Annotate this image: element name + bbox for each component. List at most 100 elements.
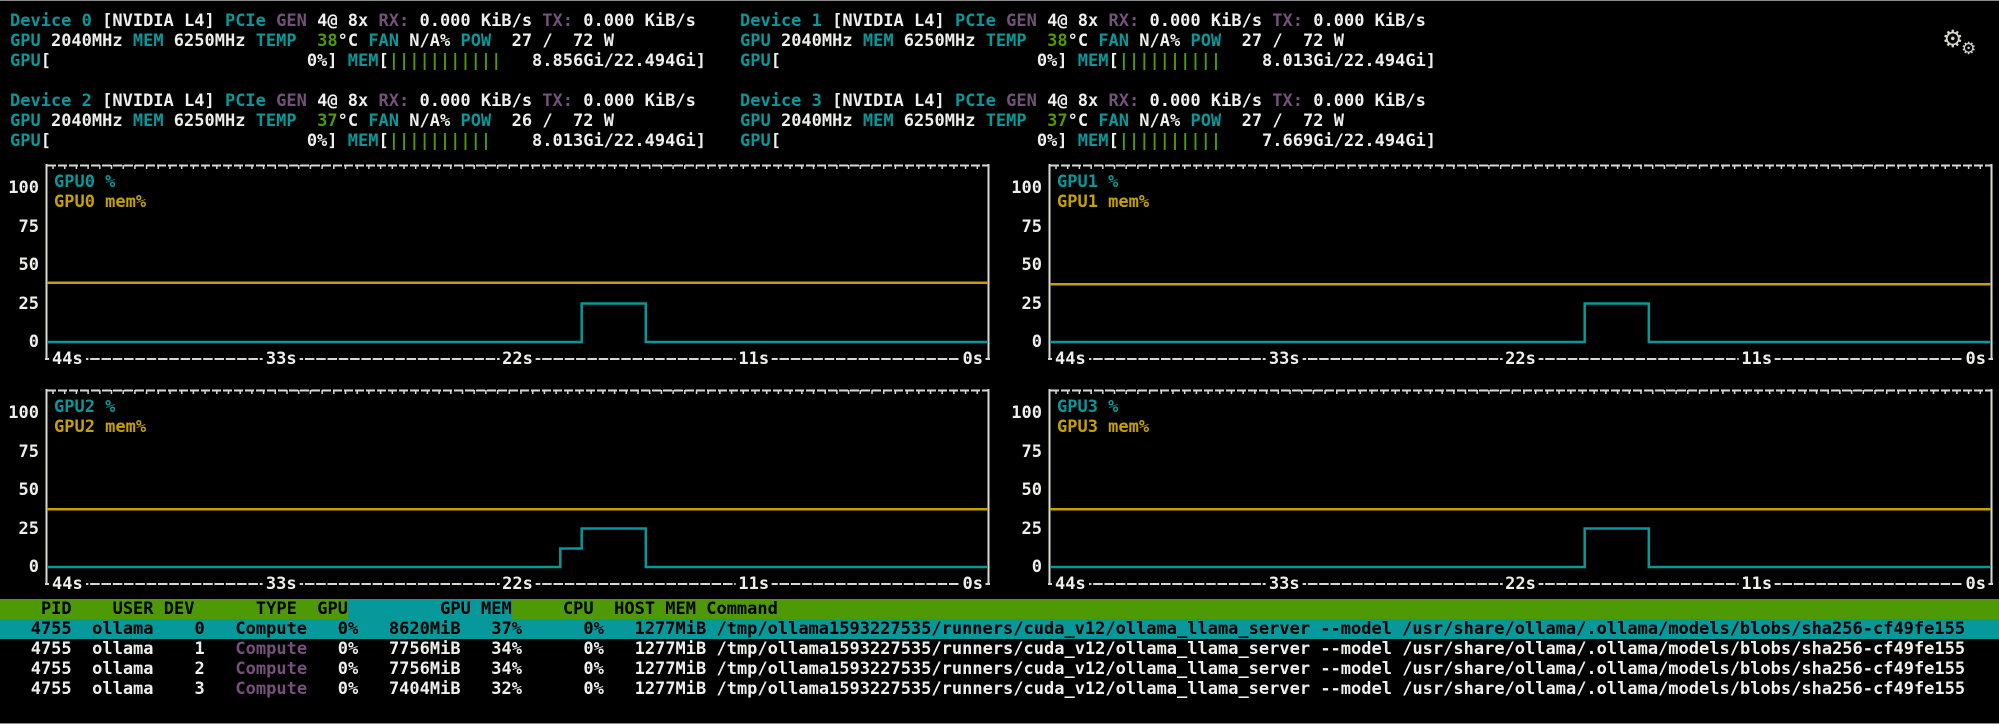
x-axis-label-gpu2-0s: 0s <box>959 574 986 594</box>
text-segment: 4@ 8x <box>1047 91 1109 111</box>
x-axis-label-gpu1-44s: 44s <box>1052 349 1089 369</box>
text-segment: GEN <box>1006 11 1048 31</box>
text-segment: TX: <box>1272 11 1314 31</box>
y-axis-label-gpu1-100: 100 <box>1011 178 1042 198</box>
text-segment: GPU <box>740 51 771 71</box>
process-command-cell: /tmp/ollama1593227535/runners/cuda_v12/o… <box>716 679 1966 699</box>
device-block-3: Device 3 [NVIDIA L4] PCIe GEN 4@ 8x RX: … <box>740 91 1436 151</box>
text-segment: TEMP <box>985 111 1048 131</box>
text-segment: 0.000 KiB/s <box>419 91 543 111</box>
text-segment: PCIe <box>954 91 1007 111</box>
x-axis-label-gpu1-22s: 22s <box>1502 349 1539 369</box>
text-segment: MEM <box>862 111 904 131</box>
text-segment: Device 3 <box>740 91 833 111</box>
text-segment: [ <box>378 51 389 71</box>
text-segment: MEM <box>1077 51 1109 71</box>
gpu-utilization-line-gpu2 <box>47 527 988 569</box>
y-axis-label-gpu2-25: 25 <box>18 518 39 539</box>
chart-legend-gpu1-0: GPU1 % <box>1057 172 1119 192</box>
process-row-2[interactable]: 4755 ollama 2 Compute 0% 7756MiB 34% 0% … <box>0 659 1999 679</box>
process-cells: 4755 ollama 1 <box>0 639 236 659</box>
text-segment: °C <box>337 31 369 51</box>
text-segment: MEM <box>347 131 379 151</box>
y-axis-label-gpu3-50: 50 <box>1021 480 1042 500</box>
gpu-utilization-line-gpu1 <box>1050 302 1991 344</box>
text-segment: PCIe <box>224 11 277 31</box>
text-segment: GPU <box>10 131 41 151</box>
text-segment: POW <box>1190 111 1242 131</box>
text-segment: GEN <box>276 91 318 111</box>
process-table-header-row[interactable]: PID USER DEV TYPE GPU GPU MEM CPU HOST M… <box>0 599 1999 619</box>
text-segment: PCIe <box>224 91 277 111</box>
text-segment: [ 0%] <box>770 51 1078 71</box>
text-segment: [ <box>1108 51 1119 71</box>
x-axis-label-gpu0-0s: 0s <box>959 349 986 369</box>
text-segment: 27 / 72 W <box>1241 31 1344 51</box>
text-segment: FAN <box>368 111 410 131</box>
gpu-utilization-line-gpu3 <box>1050 527 1991 569</box>
text-segment: [NVIDIA L4] <box>832 91 955 111</box>
text-segment: 27 / 72 W <box>511 31 614 51</box>
process-command-cell: /tmp/ollama1593227535/runners/cuda_v12/o… <box>716 659 1966 679</box>
y-axis-label-gpu3-75: 75 <box>1021 441 1042 462</box>
text-segment: RX: <box>1108 91 1150 111</box>
text-segment: 0.000 KiB/s <box>1313 91 1426 111</box>
text-segment: |||||||||| <box>1118 131 1222 151</box>
x-axis-label-gpu1-0s: 0s <box>1962 349 1989 369</box>
process-row-1[interactable]: 4755 ollama 1 Compute 0% 7756MiB 34% 0% … <box>0 639 1999 659</box>
text-segment: 38 <box>1047 31 1068 51</box>
text-segment: TX: <box>542 91 584 111</box>
text-segment: MEM <box>862 31 904 51</box>
process-type-cell: Compute <box>235 679 308 699</box>
device-1-line-2: GPU[ 0%] MEM[|||||||||| 8.013Gi/22.494Gi… <box>740 51 1436 71</box>
text-segment: 6250MHz <box>903 31 986 51</box>
text-segment: 37 <box>1047 111 1068 131</box>
chart-gpu0 <box>45 164 990 360</box>
process-row-0[interactable]: 4755 ollama 0 Compute 0% 8620MiB 37% 0% … <box>0 619 1999 639</box>
chart-legend-gpu2-1: GPU2 mem% <box>54 417 147 437</box>
text-segment: POW <box>460 31 512 51</box>
x-axis-label-gpu0-11s: 11s <box>735 349 773 369</box>
text-segment: 27 / 72 W <box>1241 111 1344 131</box>
y-axis-label-gpu3-100: 100 <box>1011 403 1042 423</box>
x-axis-label-gpu0-44s: 44s <box>49 349 86 369</box>
process-command-cell: /tmp/ollama1593227535/runners/cuda_v12/o… <box>716 639 1966 659</box>
y-axis-label-gpu0-75: 75 <box>18 216 39 237</box>
chart-legend-gpu0-0: GPU0 % <box>54 172 116 192</box>
text-segment: 0.000 KiB/s <box>419 11 543 31</box>
text-segment: TEMP <box>255 111 318 131</box>
chart-gpu2 <box>45 389 990 585</box>
process-row-3[interactable]: 4755 ollama 3 Compute 0% 7404MiB 32% 0% … <box>0 679 1999 699</box>
text-segment: POW <box>460 111 512 131</box>
text-segment: [NVIDIA L4] <box>832 11 955 31</box>
settings-gear-small-icon[interactable]: ⚙ <box>1961 41 1976 58</box>
text-segment: TX: <box>542 11 584 31</box>
device-0-line-2: GPU[ 0%] MEM[||||||||||| 8.856Gi/22.494G… <box>10 51 706 71</box>
text-segment: °C <box>337 111 369 131</box>
text-segment: 0.000 KiB/s <box>1149 91 1273 111</box>
process-cells: 0% 7756MiB 34% 0% 1277MiB <box>307 659 717 679</box>
process-type-cell: Compute <box>235 659 308 679</box>
y-axis-label-gpu0-25: 25 <box>18 293 39 314</box>
process-cells: 0% 7404MiB 32% 0% 1277MiB <box>307 679 717 699</box>
text-segment: [ 0%] <box>40 51 348 71</box>
chart-legend-gpu3-0: GPU3 % <box>1057 397 1119 417</box>
text-segment: 4@ 8x <box>317 11 379 31</box>
text-segment: |||||||||| <box>388 131 492 151</box>
process-type-cell: Compute <box>235 639 308 659</box>
text-segment: 4@ 8x <box>1047 11 1109 31</box>
y-axis-label-gpu3-25: 25 <box>1021 518 1042 539</box>
device-2-line-2: GPU[ 0%] MEM[|||||||||| 8.013Gi/22.494Gi… <box>10 131 706 151</box>
text-segment: [ <box>1108 131 1119 151</box>
chart-legend-gpu2-0: GPU2 % <box>54 397 116 417</box>
text-segment: 0.000 KiB/s <box>583 11 696 31</box>
device-3-line-1: GPU 2040MHz MEM 6250MHz TEMP 37°C FAN N/… <box>740 111 1436 131</box>
y-axis-label-gpu1-0: 0 <box>1031 332 1042 352</box>
text-segment: FAN <box>1098 31 1140 51</box>
text-segment: POW <box>1190 31 1242 51</box>
text-segment: RX: <box>1108 11 1150 31</box>
text-segment: °C <box>1067 111 1099 131</box>
chart-legend-gpu3-1: GPU3 mem% <box>1057 417 1150 437</box>
y-axis-label-gpu0-0: 0 <box>28 332 39 352</box>
chart-gpu3 <box>1048 389 1993 585</box>
